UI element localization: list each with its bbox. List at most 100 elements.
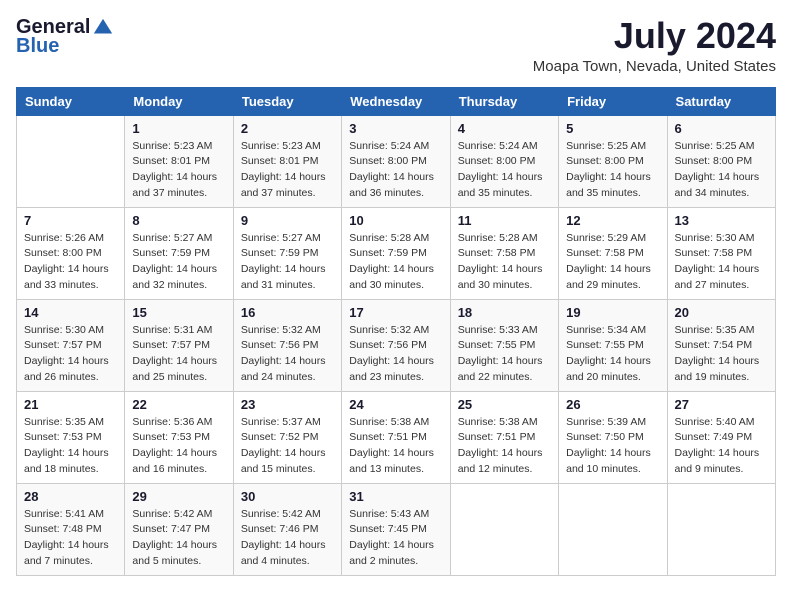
day-info: Sunrise: 5:28 AMSunset: 7:58 PMDaylight:… [458,231,551,294]
day-info: Sunrise: 5:25 AMSunset: 8:00 PMDaylight:… [675,139,768,202]
calendar-cell: 20 Sunrise: 5:35 AMSunset: 7:54 PMDayligh… [667,299,775,391]
day-info: Sunrise: 5:31 AMSunset: 7:57 PMDaylight:… [132,323,225,386]
day-info: Sunrise: 5:26 AMSunset: 8:00 PMDaylight:… [24,231,117,294]
calendar-cell: 7 Sunrise: 5:26 AMSunset: 8:00 PMDaylight… [17,207,125,299]
calendar-cell: 13 Sunrise: 5:30 AMSunset: 7:58 PMDayligh… [667,207,775,299]
day-number: 6 [675,121,768,136]
day-info: Sunrise: 5:41 AMSunset: 7:48 PMDaylight:… [24,507,117,570]
calendar-cell: 1 Sunrise: 5:23 AMSunset: 8:01 PMDaylight… [125,115,233,207]
calendar-cell: 10 Sunrise: 5:28 AMSunset: 7:59 PMDayligh… [342,207,450,299]
calendar-week-row: 21 Sunrise: 5:35 AMSunset: 7:53 PMDayligh… [17,391,776,483]
column-header-monday: Monday [125,87,233,115]
day-info: Sunrise: 5:24 AMSunset: 8:00 PMDaylight:… [458,139,551,202]
calendar-table: SundayMondayTuesdayWednesdayThursdayFrid… [16,87,776,576]
day-number: 7 [24,213,117,228]
day-number: 30 [241,489,334,504]
day-info: Sunrise: 5:30 AMSunset: 7:57 PMDaylight:… [24,323,117,386]
day-number: 14 [24,305,117,320]
day-info: Sunrise: 5:35 AMSunset: 7:53 PMDaylight:… [24,415,117,478]
day-info: Sunrise: 5:28 AMSunset: 7:59 PMDaylight:… [349,231,442,294]
day-number: 23 [241,397,334,412]
day-number: 4 [458,121,551,136]
day-info: Sunrise: 5:33 AMSunset: 7:55 PMDaylight:… [458,323,551,386]
calendar-cell: 2Sunrise: 5:23 AMSunset: 8:01 PMDaylight… [233,115,341,207]
day-number: 10 [349,213,442,228]
day-info: Sunrise: 5:29 AMSunset: 7:58 PMDaylight:… [566,231,659,294]
day-info: Sunrise: 5:40 AMSunset: 7:49 PMDaylight:… [675,415,768,478]
day-info: Sunrise: 5:34 AMSunset: 7:55 PMDaylight:… [566,323,659,386]
calendar-cell: 6 Sunrise: 5:25 AMSunset: 8:00 PMDaylight… [667,115,775,207]
day-info: Sunrise: 5:37 AMSunset: 7:52 PMDaylight:… [241,415,334,478]
calendar-cell: 18 Sunrise: 5:33 AMSunset: 7:55 PMDayligh… [450,299,558,391]
column-header-wednesday: Wednesday [342,87,450,115]
day-number: 13 [675,213,768,228]
calendar-cell [450,483,558,575]
day-info: Sunrise: 5:27 AMSunset: 7:59 PMDaylight:… [241,231,334,294]
calendar-cell: 25 Sunrise: 5:38 AMSunset: 7:51 PMDayligh… [450,391,558,483]
day-info: Sunrise: 5:42 AMSunset: 7:46 PMDaylight:… [241,507,334,570]
calendar-cell: 14 Sunrise: 5:30 AMSunset: 7:57 PMDayligh… [17,299,125,391]
calendar-cell: 9 Sunrise: 5:27 AMSunset: 7:59 PMDaylight… [233,207,341,299]
calendar-cell: 17Sunrise: 5:32 AMSunset: 7:56 PMDayligh… [342,299,450,391]
day-info: Sunrise: 5:39 AMSunset: 7:50 PMDaylight:… [566,415,659,478]
calendar-cell: 11Sunrise: 5:28 AMSunset: 7:58 PMDayligh… [450,207,558,299]
title-block: July 2024 Moapa Town, Nevada, United Sta… [533,16,776,75]
day-info: Sunrise: 5:36 AMSunset: 7:53 PMDaylight:… [132,415,225,478]
day-number: 5 [566,121,659,136]
calendar-subtitle: Moapa Town, Nevada, United States [533,58,776,75]
calendar-cell: 29Sunrise: 5:42 AMSunset: 7:47 PMDayligh… [125,483,233,575]
calendar-cell: 21 Sunrise: 5:35 AMSunset: 7:53 PMDayligh… [17,391,125,483]
day-info: Sunrise: 5:24 AMSunset: 8:00 PMDaylight:… [349,139,442,202]
day-number: 21 [24,397,117,412]
calendar-cell: 3 Sunrise: 5:24 AMSunset: 8:00 PMDaylight… [342,115,450,207]
day-info: Sunrise: 5:23 AMSunset: 8:01 PMDaylight:… [132,139,225,202]
calendar-week-row: 7 Sunrise: 5:26 AMSunset: 8:00 PMDaylight… [17,207,776,299]
calendar-cell: 19 Sunrise: 5:34 AMSunset: 7:55 PMDayligh… [559,299,667,391]
column-header-sunday: Sunday [17,87,125,115]
calendar-cell: 26 Sunrise: 5:39 AMSunset: 7:50 PMDayligh… [559,391,667,483]
column-header-saturday: Saturday [667,87,775,115]
day-number: 17 [349,305,442,320]
day-number: 26 [566,397,659,412]
calendar-cell: 5Sunrise: 5:25 AMSunset: 8:00 PMDaylight… [559,115,667,207]
calendar-cell: 22 Sunrise: 5:36 AMSunset: 7:53 PMDayligh… [125,391,233,483]
day-number: 19 [566,305,659,320]
day-number: 8 [132,213,225,228]
calendar-cell [559,483,667,575]
calendar-cell: 24Sunrise: 5:38 AMSunset: 7:51 PMDayligh… [342,391,450,483]
day-number: 27 [675,397,768,412]
day-info: Sunrise: 5:38 AMSunset: 7:51 PMDaylight:… [458,415,551,478]
calendar-cell: 15Sunrise: 5:31 AMSunset: 7:57 PMDayligh… [125,299,233,391]
calendar-cell [17,115,125,207]
day-number: 31 [349,489,442,504]
calendar-week-row: 1 Sunrise: 5:23 AMSunset: 8:01 PMDaylight… [17,115,776,207]
logo-icon [92,17,114,39]
page-header: General Blue July 2024 Moapa Town, Nevad… [16,16,776,75]
day-number: 3 [349,121,442,136]
calendar-cell: 4 Sunrise: 5:24 AMSunset: 8:00 PMDaylight… [450,115,558,207]
day-number: 9 [241,213,334,228]
day-info: Sunrise: 5:35 AMSunset: 7:54 PMDaylight:… [675,323,768,386]
day-number: 25 [458,397,551,412]
day-info: Sunrise: 5:42 AMSunset: 7:47 PMDaylight:… [132,507,225,570]
column-header-friday: Friday [559,87,667,115]
day-number: 2 [241,121,334,136]
day-number: 16 [241,305,334,320]
day-info: Sunrise: 5:30 AMSunset: 7:58 PMDaylight:… [675,231,768,294]
calendar-week-row: 14 Sunrise: 5:30 AMSunset: 7:57 PMDayligh… [17,299,776,391]
day-info: Sunrise: 5:43 AMSunset: 7:45 PMDaylight:… [349,507,442,570]
logo: General Blue [16,16,114,58]
calendar-cell: 31 Sunrise: 5:43 AMSunset: 7:45 PMDayligh… [342,483,450,575]
logo-blue: Blue [16,35,59,58]
day-number: 22 [132,397,225,412]
day-number: 24 [349,397,442,412]
day-number: 1 [132,121,225,136]
day-number: 18 [458,305,551,320]
calendar-cell: 8Sunrise: 5:27 AMSunset: 7:59 PMDaylight… [125,207,233,299]
day-info: Sunrise: 5:32 AMSunset: 7:56 PMDaylight:… [241,323,334,386]
calendar-title: July 2024 [533,16,776,56]
calendar-cell: 30 Sunrise: 5:42 AMSunset: 7:46 PMDayligh… [233,483,341,575]
calendar-cell: 12Sunrise: 5:29 AMSunset: 7:58 PMDayligh… [559,207,667,299]
calendar-cell: 28Sunrise: 5:41 AMSunset: 7:48 PMDayligh… [17,483,125,575]
day-number: 20 [675,305,768,320]
